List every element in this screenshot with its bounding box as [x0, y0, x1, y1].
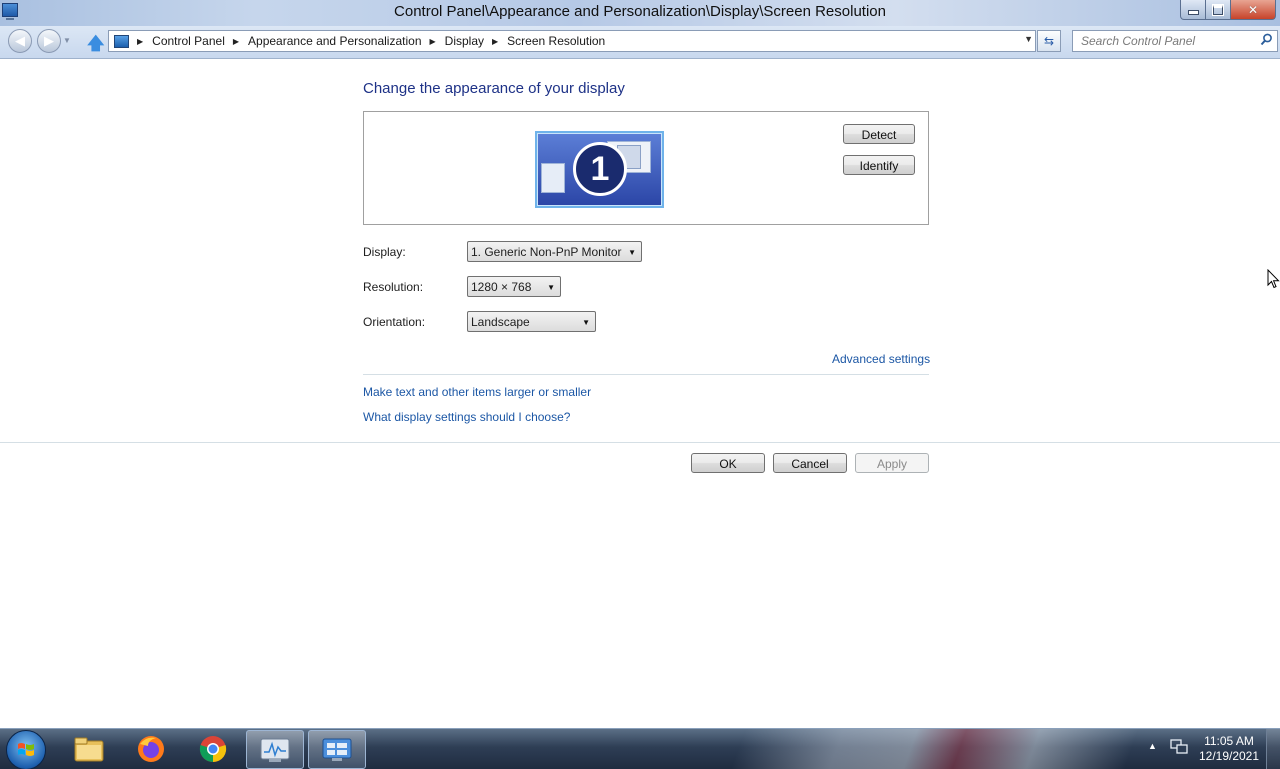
display-label: Display:	[363, 245, 406, 259]
ok-button[interactable]: OK	[691, 453, 765, 473]
breadcrumb[interactable]: ▶ Control Panel ▶ Appearance and Persona…	[108, 30, 1036, 52]
orientation-label: Orientation:	[363, 315, 426, 329]
divider	[363, 374, 929, 375]
control-panel-icon	[114, 34, 129, 48]
resolution-select[interactable]: 1280 × 768 ▼	[467, 276, 561, 297]
orientation-select[interactable]: Landscape ▼	[467, 311, 596, 332]
taskbar-firefox[interactable]	[123, 730, 179, 767]
refresh-icon: ⇆	[1043, 34, 1055, 48]
performance-monitor-icon	[260, 738, 290, 762]
refresh-button[interactable]: ⇆	[1037, 30, 1061, 52]
folder-icon	[74, 737, 104, 761]
display-help-link[interactable]: What display settings should I choose?	[363, 410, 570, 424]
resolution-select-value: 1280 × 768	[471, 280, 532, 294]
display-settings-icon	[322, 738, 352, 761]
text-size-link[interactable]: Make text and other items larger or smal…	[363, 385, 591, 399]
monitor-1-thumbnail[interactable]: 1	[535, 131, 664, 208]
restore-button[interactable]	[1205, 0, 1231, 20]
cancel-button[interactable]: Cancel	[773, 453, 847, 473]
clock-time: 11:05 AM	[1204, 734, 1254, 748]
display-select[interactable]: 1. Generic Non-PnP Monitor ▼	[467, 241, 642, 262]
recent-pages-dropdown[interactable]: ▼	[63, 36, 71, 45]
monitor-number-badge: 1	[573, 142, 627, 196]
window-thumbnail-icon	[541, 163, 565, 193]
back-arrow-icon: ◀	[15, 33, 25, 48]
title-bar: Control Panel\Appearance and Personaliza…	[0, 0, 1280, 26]
breadcrumb-display[interactable]: Display	[445, 34, 484, 48]
page-title: Change the appearance of your display	[363, 80, 625, 97]
network-icon[interactable]	[1170, 739, 1188, 755]
address-bar: ◀ ▶ ▼ 🡅 ▶ Control Panel ▶ Appearance and…	[0, 26, 1280, 59]
breadcrumb-separator-icon[interactable]: ▶	[492, 37, 498, 46]
search-input[interactable]	[1079, 31, 1253, 51]
forward-arrow-icon: ▶	[44, 33, 54, 48]
breadcrumb-control-panel[interactable]: Control Panel	[152, 34, 225, 48]
system-clock[interactable]: 11:05 AM 12/19/2021	[1196, 734, 1262, 764]
close-icon: ✕	[1247, 2, 1259, 17]
taskbar: ▲ 11:05 AM 12/19/2021	[0, 728, 1280, 769]
taskbar-windows-explorer[interactable]	[61, 730, 117, 767]
breadcrumb-separator-icon[interactable]: ▶	[137, 37, 143, 46]
wallpaper-peek	[700, 729, 1170, 769]
restore-icon	[1212, 3, 1224, 16]
chrome-icon	[199, 735, 227, 762]
address-history-chevron-icon[interactable]: ▼	[1024, 34, 1033, 44]
chevron-down-icon: ▼	[547, 283, 555, 292]
minimize-button[interactable]	[1180, 0, 1206, 20]
chevron-down-icon: ▼	[628, 248, 636, 257]
show-desktop-button[interactable]	[1266, 729, 1280, 769]
close-button[interactable]: ✕	[1230, 0, 1276, 20]
detect-button[interactable]: Detect	[843, 124, 915, 144]
clock-date: 12/19/2021	[1198, 749, 1260, 763]
firefox-icon	[138, 735, 164, 762]
back-button[interactable]: ◀	[8, 29, 32, 53]
forward-button[interactable]: ▶	[37, 29, 61, 53]
mouse-cursor-icon	[1267, 269, 1280, 289]
search-box[interactable]	[1072, 30, 1278, 52]
resolution-label: Resolution:	[363, 280, 424, 294]
apply-button[interactable]: Apply	[855, 453, 929, 473]
minimize-icon	[1187, 10, 1199, 15]
divider	[0, 442, 1280, 443]
taskbar-control-panel[interactable]	[308, 730, 366, 769]
windows-logo-icon	[18, 743, 34, 756]
display-preview-panel: 1 Detect Identify	[363, 111, 929, 225]
search-icon[interactable]	[1260, 33, 1273, 46]
window-title: Control Panel\Appearance and Personaliza…	[394, 3, 886, 20]
taskbar-performance-monitor[interactable]	[246, 730, 304, 769]
breadcrumb-separator-icon[interactable]: ▶	[430, 37, 436, 46]
orientation-select-value: Landscape	[471, 315, 530, 329]
breadcrumb-separator-icon[interactable]: ▶	[233, 37, 239, 46]
advanced-settings-link[interactable]: Advanced settings	[832, 352, 930, 366]
show-hidden-icons-button[interactable]: ▲	[1148, 741, 1157, 751]
start-button[interactable]	[6, 730, 46, 769]
chevron-down-icon: ▼	[582, 318, 590, 327]
taskbar-chrome[interactable]	[185, 730, 241, 767]
breadcrumb-appearance[interactable]: Appearance and Personalization	[248, 34, 421, 48]
identify-button[interactable]: Identify	[843, 155, 915, 175]
breadcrumb-screen-resolution[interactable]: Screen Resolution	[507, 34, 605, 48]
up-arrow-icon[interactable]: 🡅	[87, 31, 104, 60]
display-select-value: 1. Generic Non-PnP Monitor	[471, 245, 622, 259]
